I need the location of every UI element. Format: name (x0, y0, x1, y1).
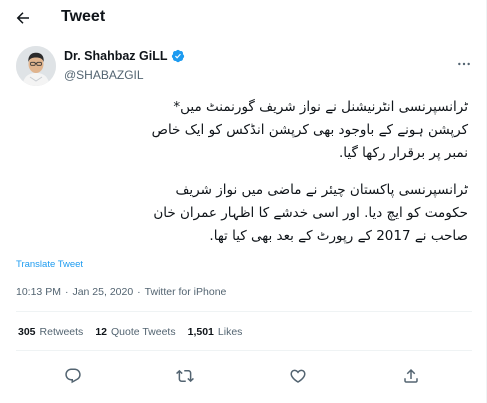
likes-stat[interactable]: 1,501 Likes (188, 326, 243, 338)
tweet-paragraph-2: ٹرانسپرنسی پاکستان چیئر نے ماضی میں نواز… (153, 182, 468, 244)
page-title: Tweet (61, 8, 106, 25)
share-icon (404, 368, 418, 383)
back-button[interactable] (10, 6, 36, 30)
more-icon (458, 62, 470, 66)
retweet-button[interactable] (173, 364, 197, 388)
more-button[interactable] (454, 54, 474, 74)
likes-count: 1,501 (187, 326, 214, 338)
reply-button[interactable] (61, 364, 85, 388)
tweet-text: ٹرانسپرنسی انٹرنیشنل نے نواز شریف گورنمن… (16, 96, 468, 248)
verified-badge-icon (171, 49, 184, 63)
quote-tweets-stat[interactable]: 12 Quote Tweets (95, 326, 175, 338)
tweet-date[interactable]: Jan 25, 2020 (72, 286, 133, 298)
retweets-stat[interactable]: 305 Retweets (18, 326, 83, 338)
divider (16, 311, 472, 312)
reply-icon (65, 368, 81, 384)
avatar-portrait (16, 46, 56, 86)
retweets-count: 305 (18, 326, 36, 338)
author-row: Dr. Shahbaz GiLL @SHABAZGIL (16, 44, 476, 92)
divider (16, 350, 472, 351)
tweet-source[interactable]: Twitter for iPhone (145, 286, 227, 298)
tweet-paragraph-1: ٹرانسپرنسی انٹرنیشنل نے نواز شریف گورنمن… (151, 99, 468, 161)
likes-label: Likes (217, 326, 243, 338)
author-name-link[interactable]: Dr. Shahbaz GiLL (64, 49, 185, 63)
like-icon (290, 369, 306, 383)
meta-separator: · (64, 286, 69, 298)
page-header: Tweet (0, 0, 486, 37)
back-arrow-icon (16, 12, 29, 24)
tweet-time[interactable]: 10:13 PM (16, 286, 61, 298)
like-button[interactable] (286, 364, 310, 388)
quote-tweets-count: 12 (95, 326, 107, 338)
tweet-actions (16, 360, 472, 390)
tweet-meta: 10:13 PM · Jan 25, 2020 · Twitter for iP… (16, 286, 226, 298)
avatar[interactable] (16, 46, 56, 86)
share-button[interactable] (399, 364, 423, 388)
quote-tweets-label: Quote Tweets (111, 326, 176, 338)
translate-tweet-link[interactable]: Translate Tweet (16, 259, 83, 270)
author-name: Dr. Shahbaz GiLL (64, 49, 168, 63)
retweets-label: Retweets (39, 326, 84, 338)
author-handle[interactable]: @SHABAZGIL (64, 68, 144, 82)
tweet-stats: 305 Retweets 12 Quote Tweets 1,501 Likes (18, 326, 242, 338)
retweet-icon (176, 369, 194, 383)
meta-separator: · (137, 286, 141, 298)
